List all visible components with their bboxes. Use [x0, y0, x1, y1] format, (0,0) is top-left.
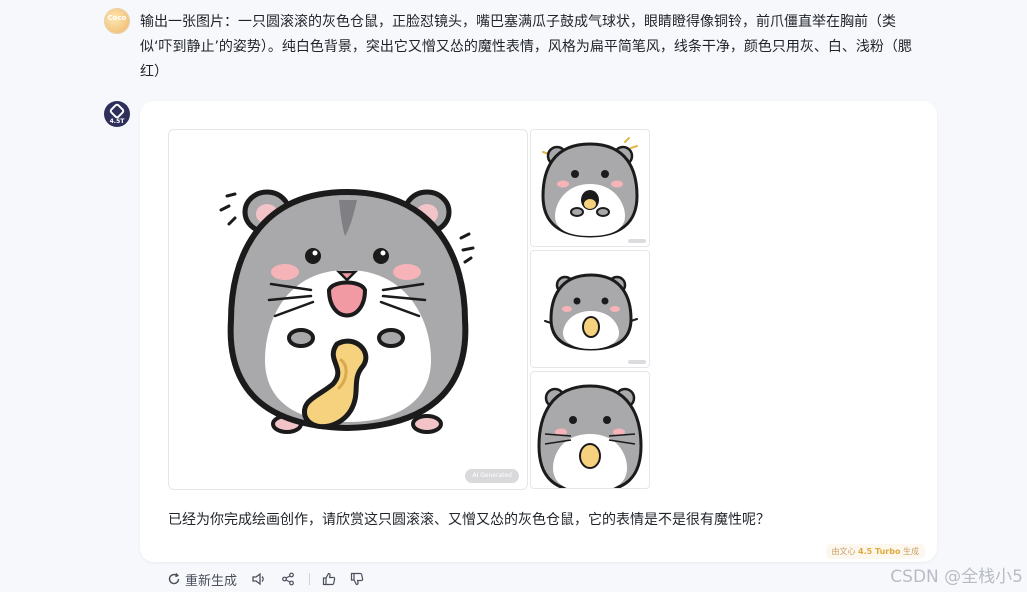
assistant-message-card: AI Generated 已经为你完成绘画创作，请欣赏这只圆滚滚、又憎又怂的灰色… — [140, 101, 937, 562]
generated-image-thumb-2[interactable] — [530, 250, 650, 368]
watermark: CSDN @全栈小5 — [890, 567, 1023, 587]
share-icon — [282, 572, 294, 586]
assistant-reply-text: 已经为你完成绘画创作，请欣赏这只圆滚滚、又憎又怂的灰色仓鼠，它的表情是不是很有魔… — [168, 512, 770, 528]
generated-by-tag: 由文心 4.5 Turbo 生成 — [825, 544, 925, 559]
generated-image-thumb-3[interactable] — [530, 371, 650, 489]
hamster-thumb-1-illustration — [541, 137, 639, 238]
share-button[interactable] — [281, 572, 295, 586]
refresh-icon — [168, 573, 180, 585]
regenerate-label: 重新生成 — [185, 573, 238, 589]
hamster-thumb-3-illustration — [537, 384, 643, 488]
read-aloud-button[interactable] — [251, 572, 267, 586]
generated-image-main[interactable]: AI Generated — [168, 129, 528, 490]
like-button[interactable] — [322, 572, 336, 586]
hamster-illustration — [219, 188, 475, 434]
assistant-avatar-label: 4.5T — [109, 118, 125, 125]
generated-by-model: 4.5 Turbo — [858, 547, 901, 556]
hamster-thumb-2-illustration — [544, 273, 638, 351]
ai-generated-badge: AI Generated — [465, 469, 519, 483]
generated-by-prefix: 由文心 — [831, 547, 856, 556]
actions-divider — [309, 573, 311, 585]
regenerate-button[interactable]: 重新生成 — [167, 570, 237, 589]
thumbs-down-icon — [350, 572, 364, 586]
thumb-ai-badge — [628, 239, 646, 243]
assistant-avatar: 4.5T — [104, 101, 130, 127]
user-avatar: Coco — [104, 8, 130, 34]
user-prompt-text: 输出一张图片：一只圆滚滚的灰色仓鼠，正脸怼镜头，嘴巴塞满瓜子鼓成气球状，眼睛瞪得… — [140, 14, 912, 80]
dislike-button[interactable] — [350, 572, 364, 586]
message-actions: 重新生成 — [167, 570, 378, 589]
ernie-logo-icon — [108, 102, 126, 120]
thumbs-up-icon — [322, 572, 336, 586]
user-avatar-text: Coco — [107, 14, 127, 22]
generated-by-suffix: 生成 — [903, 547, 919, 556]
thumb-ai-badge — [628, 360, 646, 364]
generated-image-thumb-1[interactable] — [530, 129, 650, 247]
speaker-icon — [252, 572, 264, 586]
